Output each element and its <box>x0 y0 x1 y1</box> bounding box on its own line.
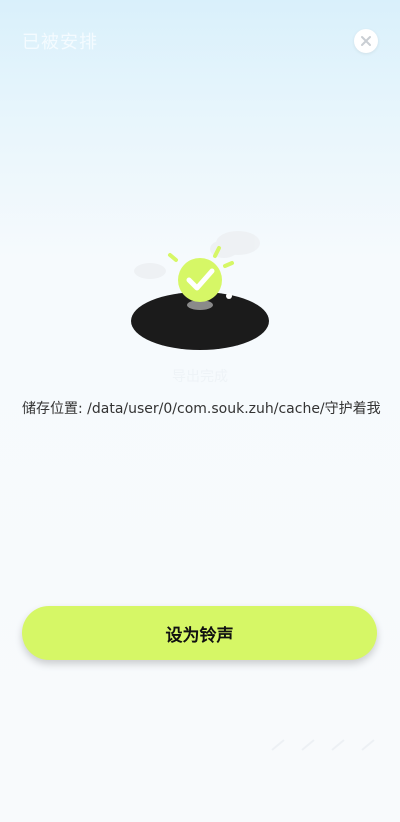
storage-path: /data/user/0/com.souk.zuh/cache/守护着我… <box>87 401 382 417</box>
storage-location: 储存位置: /data/user/0/com.souk.zuh/cache/守护… <box>22 398 382 418</box>
top-bar: 已被安排 <box>0 0 400 80</box>
set-ringtone-button[interactable]: 设为铃声 <box>22 606 377 660</box>
close-icon <box>361 36 371 46</box>
close-button[interactable] <box>354 29 378 53</box>
storage-label: 储存位置 <box>22 401 78 417</box>
storage-separator: : <box>78 401 88 417</box>
page-title: 已被安排 <box>22 32 98 53</box>
background-decoration <box>271 739 375 751</box>
export-status: 导出完成 <box>172 369 228 385</box>
record-shine <box>226 293 232 299</box>
export-success-illustration <box>131 231 269 350</box>
check-icon <box>178 258 222 302</box>
